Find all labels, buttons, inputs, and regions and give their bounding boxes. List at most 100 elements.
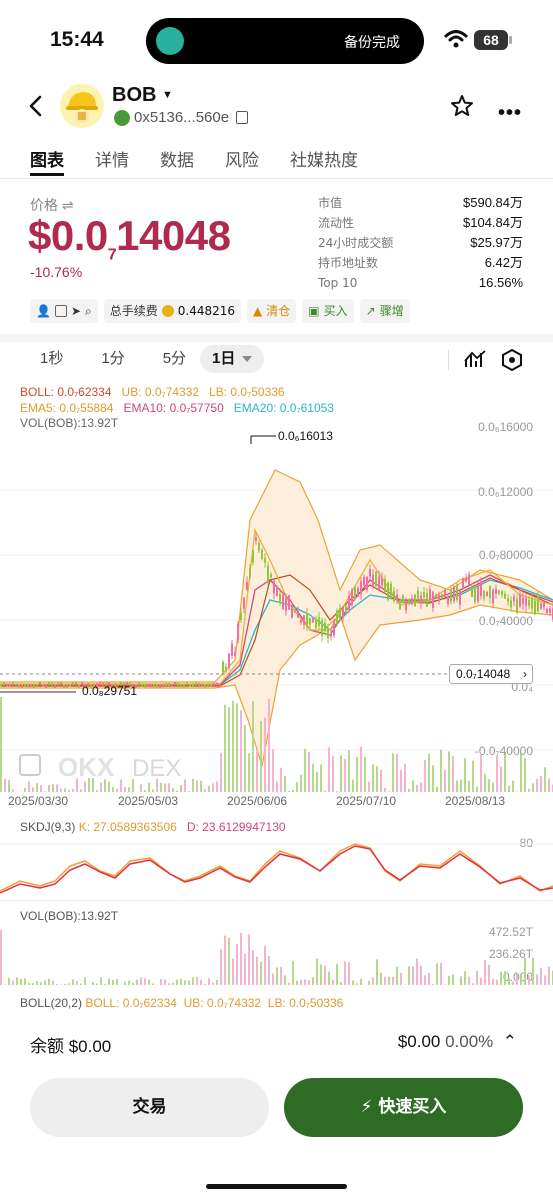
timeframe-1d[interactable]: 1日 xyxy=(200,345,264,373)
token-dropdown-icon[interactable]: ▼ xyxy=(162,89,173,101)
volume-bar xyxy=(80,789,82,792)
price-change: -10.76% xyxy=(30,264,83,280)
telegram-icon[interactable]: ➤ xyxy=(71,299,81,323)
volume-bar xyxy=(368,980,370,985)
volume-bar xyxy=(356,756,358,792)
volume-bar xyxy=(0,697,2,792)
timeframe-1s[interactable]: 1秒 xyxy=(40,348,63,370)
volume-bar xyxy=(392,976,394,985)
volume-bar xyxy=(140,784,142,792)
volume-chart[interactable] xyxy=(0,925,553,987)
volume-bar xyxy=(256,956,258,985)
volume-bar xyxy=(200,780,202,792)
tab-underline xyxy=(30,173,64,176)
tab-data[interactable]: 数据 xyxy=(160,146,194,171)
volume-bar xyxy=(316,958,318,985)
volume-bar xyxy=(512,780,514,792)
user-icon[interactable]: 👤 xyxy=(36,299,51,323)
fee-chip[interactable]: 总手续费 0.448216 xyxy=(103,299,242,323)
volume-bar xyxy=(412,780,414,792)
star-icon[interactable] xyxy=(450,94,474,118)
volume-bar xyxy=(328,747,330,792)
clear-chip[interactable]: ▲ 清仓 xyxy=(247,299,297,323)
back-icon[interactable] xyxy=(28,94,44,118)
volume-bar xyxy=(96,790,98,792)
volume-bar xyxy=(432,765,434,792)
volume-bar xyxy=(284,775,286,792)
volume-bar xyxy=(232,700,234,792)
volume-bar xyxy=(360,746,362,792)
volume-bar xyxy=(120,779,122,792)
volume-bar xyxy=(236,944,238,985)
timeframe-bar: 1秒 1分 5分 xyxy=(40,348,224,370)
volume-bar xyxy=(440,749,442,792)
volume-bar xyxy=(48,978,50,985)
current-price-tag[interactable]: 0.0₇14048 › xyxy=(449,664,533,684)
candle xyxy=(207,683,209,687)
settings-icon[interactable] xyxy=(502,349,522,371)
volume-bar xyxy=(368,781,370,792)
website-icon[interactable] xyxy=(54,305,67,317)
social-links-chip[interactable]: 👤 ➤ ⌕ xyxy=(30,299,98,323)
volume-bar xyxy=(388,791,390,792)
volume-bar xyxy=(56,984,58,985)
token-name[interactable]: BOB xyxy=(112,84,156,107)
candle xyxy=(144,684,146,688)
volume-bar xyxy=(540,968,542,985)
volume-bar xyxy=(180,784,182,792)
balance-text: 余额 $0.00 xyxy=(30,1037,112,1056)
volume-bar xyxy=(340,755,342,792)
island-text: 备份完成 xyxy=(344,35,400,51)
tab-social[interactable]: 社媒热度 xyxy=(290,146,358,171)
candle xyxy=(216,682,218,686)
volume-bar xyxy=(440,962,442,985)
contract-address: 0x5136...560e xyxy=(134,109,230,126)
candle xyxy=(147,684,149,688)
timeframe-1m[interactable]: 1分 xyxy=(101,348,124,370)
surge-chip[interactable]: ↗ 骤增 xyxy=(359,299,410,323)
holding-summary[interactable]: $0.00 0.00% ⌃ xyxy=(398,1032,517,1052)
skdj-chart[interactable] xyxy=(0,836,553,900)
more-icon[interactable]: ••• xyxy=(498,102,522,125)
indicator-icon[interactable] xyxy=(464,349,486,369)
volume-bar xyxy=(172,982,174,985)
volume-bar xyxy=(400,769,402,792)
volume-bar xyxy=(352,980,354,985)
candle xyxy=(0,683,2,687)
watermark-dex: DEX xyxy=(132,755,181,782)
tab-risk[interactable]: 风险 xyxy=(225,146,259,171)
volume-bar xyxy=(348,750,350,792)
candle xyxy=(189,683,191,687)
copy-icon[interactable] xyxy=(236,111,248,124)
search-icon[interactable]: ⌕ xyxy=(85,299,92,323)
volume-bar xyxy=(136,979,138,985)
vol-legend: VOL(BOB):13.92T xyxy=(20,416,119,430)
volume-bar xyxy=(268,699,270,792)
volume-bar xyxy=(524,957,526,985)
timeframe-5m[interactable]: 5分 xyxy=(163,348,186,370)
volume-bar xyxy=(464,758,466,792)
stat-row: 流动性 $104.84万 xyxy=(318,215,523,230)
volume-bar xyxy=(68,983,70,985)
volume-bar xyxy=(308,980,310,985)
candle xyxy=(192,683,194,687)
candle xyxy=(15,683,17,687)
swap-icon[interactable]: ⇌ xyxy=(62,197,74,213)
volume-bar xyxy=(280,966,282,985)
volume-bar xyxy=(528,788,530,792)
price-chart[interactable]: 0.0₆16013 0.0₈29751 OKX DEX xyxy=(0,430,553,810)
trade-button[interactable]: 交易 xyxy=(30,1078,269,1137)
buy-chip[interactable]: ▣ 买入 xyxy=(302,299,354,323)
peak-label: 0.0₆16013 xyxy=(278,430,333,443)
volume-bar xyxy=(124,981,126,985)
tab-chart[interactable]: 图表 xyxy=(30,146,64,171)
quick-buy-button[interactable]: ⚡ 快速买入 xyxy=(284,1078,523,1137)
volume-bar xyxy=(532,957,534,985)
volume-bar xyxy=(164,783,166,792)
tab-details[interactable]: 详情 xyxy=(95,146,129,171)
volume-bar xyxy=(532,783,534,792)
volume-bar xyxy=(436,787,438,792)
volume-bar xyxy=(144,789,146,792)
candle xyxy=(183,684,185,688)
volume-bar xyxy=(408,788,410,792)
